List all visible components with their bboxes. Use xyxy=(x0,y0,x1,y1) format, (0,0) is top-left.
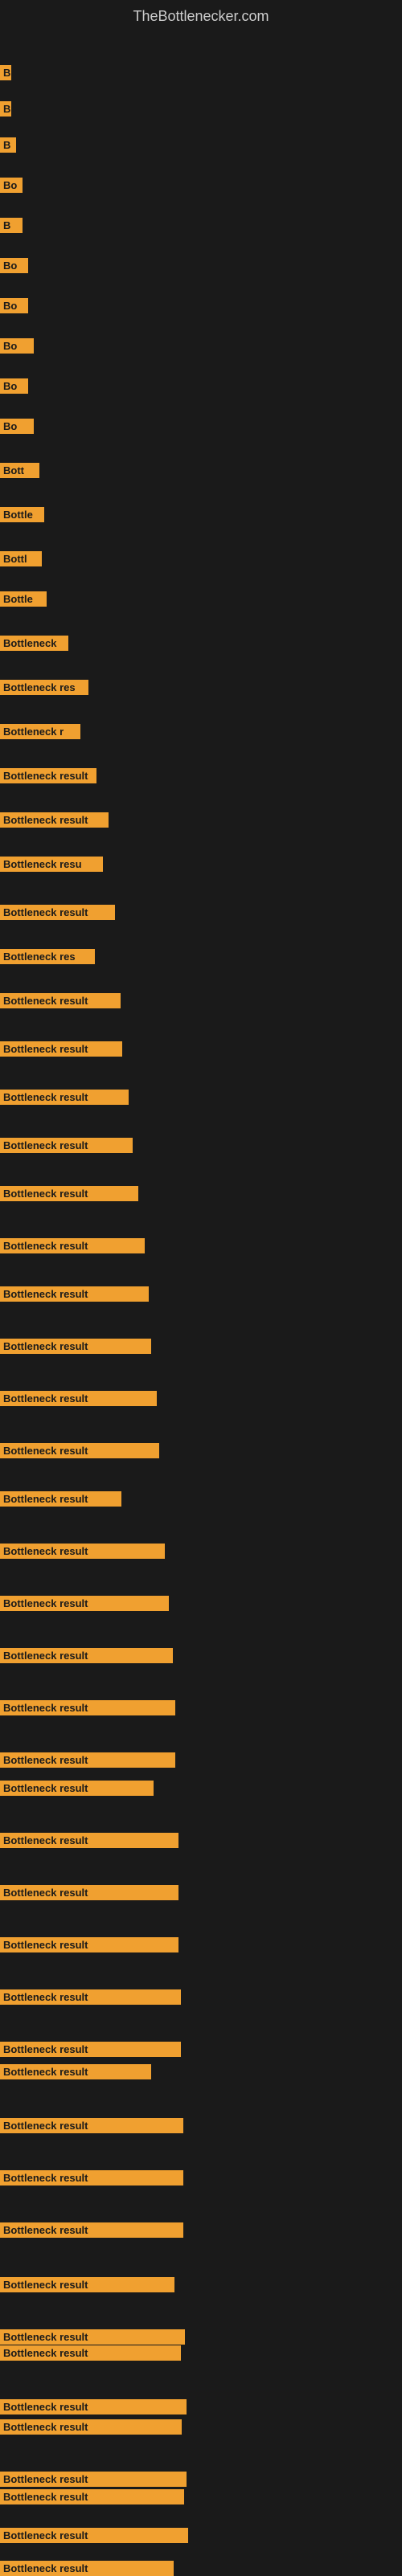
bottleneck-label-54: Bottleneck result xyxy=(0,2472,187,2487)
bottleneck-label-36: Bottleneck result xyxy=(0,1648,173,1663)
bottleneck-label-24: Bottleneck result xyxy=(0,1041,122,1057)
bottleneck-label-49: Bottleneck result xyxy=(0,2277,174,2292)
bottleneck-label-52: Bottleneck result xyxy=(0,2399,187,2414)
bottleneck-label-16: Bottleneck res xyxy=(0,680,88,695)
bottleneck-label-46: Bottleneck result xyxy=(0,2118,183,2133)
bottleneck-label-9: Bo xyxy=(0,378,28,394)
site-title: TheBottlenecker.com xyxy=(0,0,402,29)
bottleneck-label-38: Bottleneck result xyxy=(0,1752,175,1768)
bottleneck-label-26: Bottleneck result xyxy=(0,1138,133,1153)
bottleneck-label-53: Bottleneck result xyxy=(0,2419,182,2435)
bottleneck-label-32: Bottleneck result xyxy=(0,1443,159,1458)
bottleneck-label-22: Bottleneck res xyxy=(0,949,95,964)
bottleneck-label-41: Bottleneck result xyxy=(0,1885,178,1900)
bottleneck-label-20: Bottleneck resu xyxy=(0,857,103,872)
bottleneck-label-28: Bottleneck result xyxy=(0,1238,145,1253)
bottleneck-label-31: Bottleneck result xyxy=(0,1391,157,1406)
bottleneck-label-57: Bottleneck result xyxy=(0,2561,174,2576)
bottleneck-label-34: Bottleneck result xyxy=(0,1544,165,1559)
bottleneck-label-10: Bo xyxy=(0,419,34,434)
bottleneck-label-7: Bo xyxy=(0,298,28,313)
bottleneck-label-14: Bottle xyxy=(0,591,47,607)
bottleneck-label-51: Bottleneck result xyxy=(0,2345,181,2361)
bottleneck-label-44: Bottleneck result xyxy=(0,2042,181,2057)
bottleneck-label-30: Bottleneck result xyxy=(0,1339,151,1354)
bottleneck-label-27: Bottleneck result xyxy=(0,1186,138,1201)
bottleneck-label-13: Bottl xyxy=(0,551,42,566)
bottleneck-label-40: Bottleneck result xyxy=(0,1833,178,1848)
bottleneck-label-23: Bottleneck result xyxy=(0,993,121,1008)
bottleneck-label-35: Bottleneck result xyxy=(0,1596,169,1611)
bottleneck-label-2: B xyxy=(0,101,11,117)
bottleneck-label-39: Bottleneck result xyxy=(0,1781,154,1796)
bottleneck-label-45: Bottleneck result xyxy=(0,2064,151,2079)
bottleneck-label-25: Bottleneck result xyxy=(0,1090,129,1105)
bottleneck-label-56: Bottleneck result xyxy=(0,2528,188,2543)
bottleneck-label-1: B xyxy=(0,65,11,80)
bottleneck-label-8: Bo xyxy=(0,338,34,354)
bottleneck-label-17: Bottleneck r xyxy=(0,724,80,739)
bottleneck-label-37: Bottleneck result xyxy=(0,1700,175,1715)
bottleneck-label-3: B xyxy=(0,137,16,153)
bottleneck-label-47: Bottleneck result xyxy=(0,2170,183,2186)
bottleneck-label-21: Bottleneck result xyxy=(0,905,115,920)
bottleneck-label-6: Bo xyxy=(0,258,28,273)
bottleneck-label-19: Bottleneck result xyxy=(0,812,109,828)
bottleneck-label-11: Bott xyxy=(0,463,39,478)
bottleneck-label-18: Bottleneck result xyxy=(0,768,96,783)
bottleneck-label-33: Bottleneck result xyxy=(0,1491,121,1507)
bottleneck-label-29: Bottleneck result xyxy=(0,1286,149,1302)
bottleneck-label-4: Bo xyxy=(0,178,23,193)
bottleneck-label-12: Bottle xyxy=(0,507,44,522)
bottleneck-label-50: Bottleneck result xyxy=(0,2329,185,2345)
bottleneck-label-48: Bottleneck result xyxy=(0,2222,183,2238)
bottleneck-label-42: Bottleneck result xyxy=(0,1937,178,1952)
bottleneck-label-15: Bottleneck xyxy=(0,636,68,651)
bottleneck-label-55: Bottleneck result xyxy=(0,2489,184,2504)
bottleneck-label-5: B xyxy=(0,218,23,233)
bottleneck-label-43: Bottleneck result xyxy=(0,1989,181,2005)
